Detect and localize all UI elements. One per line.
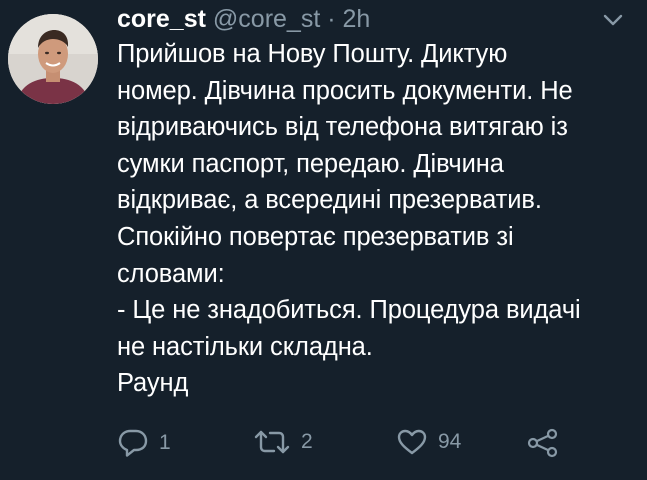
reply-button[interactable]: 1 xyxy=(117,428,171,458)
tweet-text-line: Раунд xyxy=(117,369,189,398)
retweet-count: 2 xyxy=(301,430,313,453)
separator-dot: · xyxy=(327,5,336,33)
tweet-text-line: відриваючись від телефона витягаю із xyxy=(117,113,568,142)
tweet-text-line: не настільки складна. xyxy=(117,332,373,361)
timestamp[interactable]: 2h xyxy=(343,5,371,33)
tweet: core_st @core_st · 2h Прийшов на Нову По… xyxy=(0,0,647,480)
share-icon xyxy=(526,428,560,458)
tweet-text-line: номер. Дівчина просить документи. Не xyxy=(117,76,573,105)
like-button[interactable]: 94 xyxy=(396,428,461,456)
reply-count: 1 xyxy=(159,431,171,454)
tweet-text-line: словами: xyxy=(117,259,225,288)
avatar[interactable] xyxy=(8,14,98,104)
reply-icon xyxy=(117,428,149,458)
user-handle[interactable]: @core_st xyxy=(213,5,320,33)
heart-icon xyxy=(396,428,428,456)
display-name[interactable]: core_st xyxy=(117,5,206,33)
retweet-icon xyxy=(253,428,291,456)
like-count: 94 xyxy=(438,430,462,453)
chevron-down-icon[interactable] xyxy=(602,12,624,28)
tweet-text: Прийшов на Нову Пошту. Диктую номер. Дів… xyxy=(117,36,637,402)
tweet-text-line: - Це не знадобиться. Процедура видачі xyxy=(117,296,581,325)
share-button[interactable] xyxy=(526,428,560,458)
tweet-text-line: Спокійно повертає презерватив зі xyxy=(117,222,514,251)
tweet-text-line: відкриває, а всередині презерватив. xyxy=(117,186,542,215)
retweet-button[interactable]: 2 xyxy=(253,428,313,456)
tweet-actions: 1 2 94 xyxy=(0,420,647,464)
tweet-header: core_st @core_st · 2h xyxy=(117,4,370,34)
tweet-text-line: сумки паспорт, передаю. Дівчина xyxy=(117,149,504,178)
tweet-text-line: Прийшов на Нову Пошту. Диктую xyxy=(117,40,508,68)
